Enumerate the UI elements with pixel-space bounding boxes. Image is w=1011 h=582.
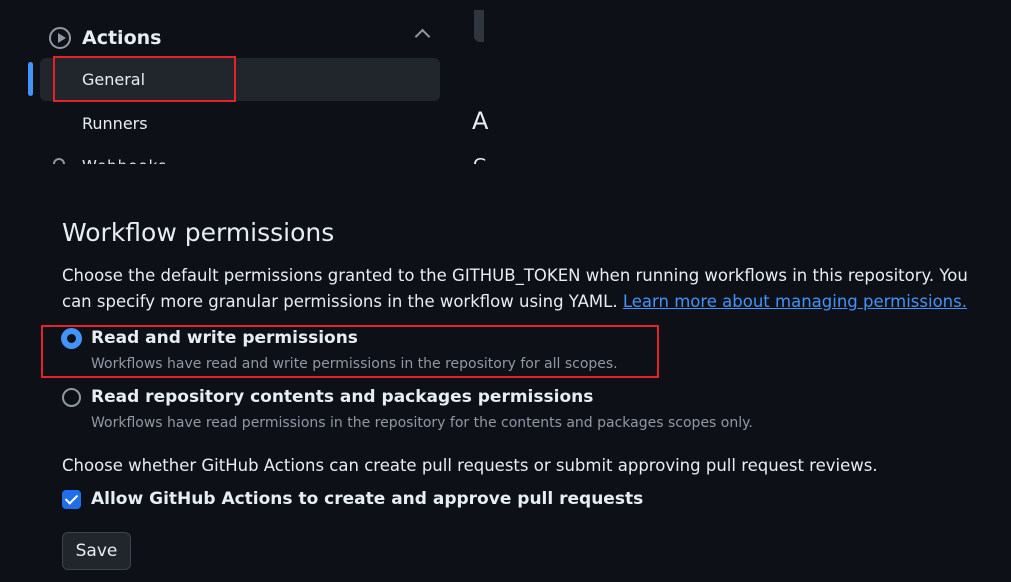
- option-read-only-note: Workflows have read permissions in the r…: [91, 415, 753, 431]
- section-description: Choose the default permissions granted t…: [62, 263, 992, 315]
- option-read-write-note: Workflows have read and write permission…: [91, 356, 618, 372]
- play-circle-icon: [49, 27, 71, 49]
- learn-more-link[interactable]: Learn more about managing permissions.: [623, 292, 967, 311]
- sidebar-item-webhooks[interactable]: Webhooks: [82, 157, 167, 164]
- content-subheading-partial: G: [473, 155, 487, 164]
- option-read-write-title[interactable]: Read and write permissions: [91, 328, 358, 348]
- webhook-icon: [53, 158, 65, 164]
- content-panel-edge: [474, 10, 484, 42]
- sidebar-item-runners[interactable]: Runners: [82, 114, 148, 133]
- sidebar-item-general-label: General: [82, 70, 146, 89]
- save-button[interactable]: Save: [62, 532, 131, 570]
- sidebar-section-title: Actions: [82, 27, 162, 49]
- option-read-only-title[interactable]: Read repository contents and packages pe…: [91, 387, 593, 407]
- radio-read-write[interactable]: [62, 329, 81, 348]
- sidebar-section-actions[interactable]: Actions: [48, 24, 440, 52]
- allow-pr-label[interactable]: Allow GitHub Actions to create and appro…: [91, 489, 643, 509]
- pr-permission-note: Choose whether GitHub Actions can create…: [62, 456, 878, 475]
- chevron-up-icon[interactable]: [414, 28, 431, 45]
- radio-read-only[interactable]: [62, 388, 81, 407]
- section-heading: Workflow permissions: [62, 218, 335, 247]
- content-heading-partial: A: [472, 107, 489, 135]
- active-indicator: [28, 62, 33, 96]
- allow-pr-checkbox[interactable]: [62, 490, 81, 509]
